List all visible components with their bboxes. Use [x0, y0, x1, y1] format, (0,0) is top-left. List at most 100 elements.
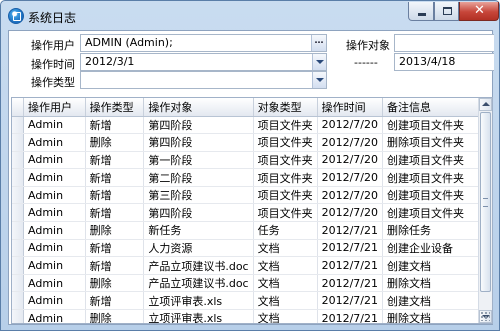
table-row[interactable]: Admin 删除 立项评审表.xls 文档 2012/7/21 删除文档: [12, 309, 492, 323]
row-header[interactable]: [12, 116, 24, 135]
close-icon: ✕: [474, 3, 485, 18]
close-button[interactable]: ✕: [459, 2, 499, 21]
table-cell: Admin: [23, 186, 86, 205]
table-row[interactable]: Admin 新增 立项评审表.xls 文档 2012/7/21 创建文档: [12, 291, 492, 311]
row-header[interactable]: [12, 239, 24, 258]
table-cell: 新任务: [143, 221, 254, 240]
table-cell: 新增: [85, 291, 145, 311]
table-cell: 新增: [85, 168, 145, 187]
scroll-up-icon[interactable]: [479, 98, 492, 111]
table-row[interactable]: Admin 删除 产品立项建议书.doc 文档 2012/7/21 删除文档: [12, 274, 492, 293]
maximize-button[interactable]: [434, 2, 459, 21]
column-header-object-type[interactable]: 对象类型: [253, 98, 318, 117]
time-from-value: 2012/3/1: [85, 55, 135, 68]
table-cell: 新增: [85, 116, 145, 135]
grid-body: Admin 新增 第四阶段 项目文件夹 2012/7/20 创建项目文件夹 Admin 删除第…: [12, 116, 492, 323]
table-cell: Admin: [23, 239, 86, 258]
minimize-button[interactable]: [408, 2, 434, 21]
system-log-window: 系统日志 ✕ 操作用户 ADMIN (Admin); … 操作对象 操作时间 2…: [0, 0, 500, 331]
table-cell: 2012/7/21: [317, 309, 384, 323]
table-cell: 任务: [253, 221, 318, 240]
header-row: 操作用户 操作类型 操作对象 对象类型 操作时间 备注信息: [12, 98, 492, 117]
user-field[interactable]: ADMIN (Admin); …: [80, 34, 327, 52]
table-cell: 新增: [85, 239, 145, 258]
time-to-picker[interactable]: 2013/4/18: [394, 53, 494, 71]
object-field[interactable]: [394, 34, 494, 52]
table-cell: 项目文件夹: [253, 168, 318, 187]
column-header-remark[interactable]: 备注信息: [382, 98, 492, 117]
table-cell: Admin: [23, 309, 86, 323]
row-header[interactable]: [12, 168, 24, 187]
time-separator: ------: [354, 56, 378, 69]
table-cell: 项目文件夹: [253, 151, 318, 170]
table-cell: 2012/7/21: [317, 291, 384, 311]
table-row[interactable]: Admin 新增 第一阶段 项目文件夹 2012/7/20 创建项目文件夹: [12, 151, 492, 170]
row-header[interactable]: [12, 203, 24, 223]
table-cell: 删除文档: [382, 309, 492, 323]
row-header[interactable]: [12, 309, 24, 323]
table-cell: 文档: [253, 309, 318, 323]
table-cell: 项目文件夹: [253, 133, 318, 152]
table-cell: Admin: [23, 168, 86, 187]
title-bar[interactable]: 系统日志 ✕: [1, 1, 499, 30]
row-header[interactable]: [12, 256, 24, 275]
table-cell: Admin: [23, 256, 86, 275]
table-cell: 2012/7/21: [317, 274, 384, 293]
table-cell: 删除: [85, 309, 145, 323]
table-row[interactable]: Admin 新增 人力资源 文档 2012/7/21 创建企业设备: [12, 239, 492, 258]
table-cell: 创建企业设备: [382, 239, 492, 258]
chevron-down-icon[interactable]: [312, 72, 326, 88]
table-row[interactable]: Admin 新增 第四阶段 项目文件夹 2012/7/20 创建项目文件夹: [12, 203, 492, 223]
table-row[interactable]: Admin 删除 第四阶段 项目文件夹 2012/7/20 删除项目文件夹: [12, 133, 492, 152]
table-row[interactable]: Admin 新增 产品立项建议书.doc 文档 2012/7/21 创建文档: [12, 256, 492, 275]
row-header[interactable]: [12, 274, 24, 293]
table-cell: 2012/7/20: [317, 203, 384, 223]
resize-grip-icon[interactable]: [480, 311, 490, 321]
table-cell: 2012/7/20: [317, 133, 384, 152]
table-row[interactable]: Admin 新增 第四阶段 项目文件夹 2012/7/20 创建项目文件夹: [12, 116, 492, 135]
user-browse-button[interactable]: …: [311, 35, 326, 51]
table-cell: 2012/7/21: [317, 221, 384, 240]
table-cell: Admin: [23, 151, 86, 170]
table-cell: 第一阶段: [143, 151, 254, 170]
table-cell: 创建项目文件夹: [382, 151, 492, 170]
row-header[interactable]: [12, 151, 24, 170]
table-row[interactable]: Admin 新增 第三阶段 项目文件夹 2012/7/20 创建项目文件夹: [12, 186, 492, 205]
table-cell: 创建文档: [382, 256, 492, 275]
row-header[interactable]: [12, 133, 24, 152]
table-cell: 创建项目文件夹: [382, 186, 492, 205]
column-header-user[interactable]: 操作用户: [23, 98, 86, 117]
column-header-object[interactable]: 操作对象: [143, 98, 254, 117]
column-header-time[interactable]: 操作时间: [317, 98, 384, 117]
object-label: 操作对象: [346, 39, 390, 52]
table-cell: 产品立项建议书.doc: [143, 256, 254, 275]
row-header[interactable]: [12, 291, 24, 311]
table-cell: 文档: [253, 291, 318, 311]
table-cell: 新增: [85, 203, 145, 223]
row-header-corner: [12, 98, 24, 117]
column-header-op-type[interactable]: 操作类型: [85, 98, 145, 117]
row-header[interactable]: [12, 186, 24, 205]
table-cell: 项目文件夹: [253, 203, 318, 223]
vertical-scrollbar[interactable]: [478, 98, 492, 323]
table-cell: 创建项目文件夹: [382, 116, 492, 135]
table-cell: 第四阶段: [143, 133, 254, 152]
table-cell: 删除任务: [382, 221, 492, 240]
table-cell: 创建文档: [382, 291, 492, 311]
table-cell: 第四阶段: [143, 203, 254, 223]
table-row[interactable]: Admin 新增 第二阶段 项目文件夹 2012/7/20 创建项目文件夹: [12, 168, 492, 187]
scroll-thumb[interactable]: [480, 112, 491, 292]
type-label: 操作类型: [31, 76, 75, 89]
table-cell: 创建项目文件夹: [382, 203, 492, 223]
type-select[interactable]: [80, 71, 327, 89]
row-header[interactable]: [12, 221, 24, 240]
table-cell: 删除: [85, 221, 145, 240]
table-cell: Admin: [23, 291, 86, 311]
time-from-picker[interactable]: 2012/3/1: [80, 53, 327, 71]
table-row[interactable]: Admin 删除 新任务 任务 2012/7/21 删除任务: [12, 221, 492, 240]
table-cell: 2012/7/20: [317, 186, 384, 205]
table-cell: 2012/7/20: [317, 151, 384, 170]
table-cell: 新增: [85, 186, 145, 205]
chevron-down-icon[interactable]: [312, 54, 326, 70]
dialog-body: 操作用户 ADMIN (Admin); … 操作对象 操作时间 2012/3/1…: [8, 30, 494, 325]
